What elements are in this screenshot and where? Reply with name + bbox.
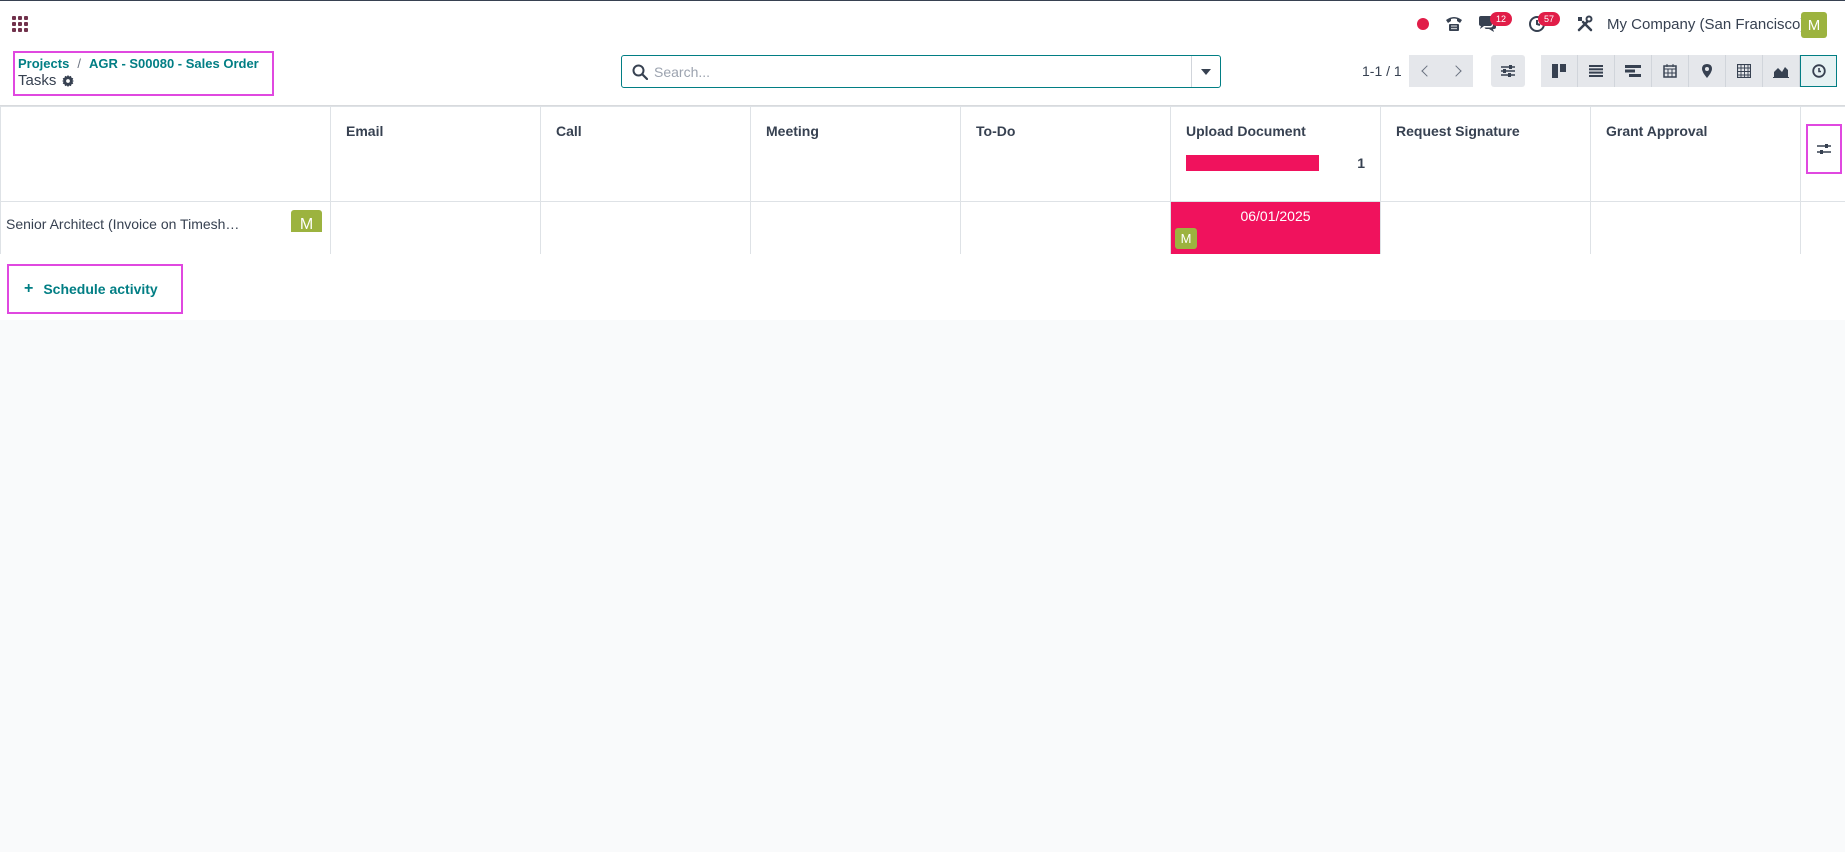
grant-approval-cell[interactable] <box>1590 201 1801 256</box>
record-name-cell[interactable]: Senior Architect (Invoice on Timesh… M <box>0 201 331 256</box>
list-view-button[interactable] <box>1578 55 1615 87</box>
record-name-header <box>0 106 331 202</box>
recording-indicator-icon[interactable] <box>1417 18 1429 30</box>
column-settings-cell <box>1800 106 1845 202</box>
column-header-call[interactable]: Call <box>540 106 751 202</box>
breadcrumb-container: Projects / AGR - S00080 - Sales Order Task… <box>13 51 274 96</box>
activity-grid: Email Call Meeting To-Do Upload Document… <box>0 106 1845 256</box>
schedule-activity-button[interactable]: + Schedule activity <box>7 264 183 314</box>
list-icon <box>1589 65 1603 77</box>
map-view-button[interactable] <box>1689 55 1726 87</box>
todo-cell[interactable] <box>960 201 1171 256</box>
activity-clock-icon <box>1811 64 1826 78</box>
control-panel: Projects / AGR - S00080 - Sales Order Task… <box>0 46 1845 106</box>
meeting-cell[interactable] <box>750 201 961 256</box>
activity-view-button[interactable] <box>1800 55 1837 87</box>
pager-value[interactable]: 1-1 / 1 <box>1362 63 1402 79</box>
pager-previous-button[interactable] <box>1409 55 1441 87</box>
column-header-todo[interactable]: To-Do <box>960 106 1171 202</box>
caret-down-icon <box>1201 68 1211 75</box>
breadcrumb: Projects / AGR - S00080 - Sales Order <box>18 56 259 71</box>
kanban-view-button[interactable] <box>1541 55 1578 87</box>
top-navbar: 12 57 My Company (San Francisco) M <box>0 0 1845 46</box>
empty-settings-cell <box>1800 201 1845 256</box>
company-switcher[interactable]: My Company (San Francisco) <box>1607 16 1805 33</box>
gantt-view-button[interactable] <box>1615 55 1652 87</box>
messages-badge: 12 <box>1490 12 1512 26</box>
view-switcher <box>1541 55 1837 87</box>
upload-document-count: 1 <box>1357 155 1365 171</box>
activity-due-date: 06/01/2025 <box>1240 208 1311 224</box>
upload-document-progress[interactable]: 1 <box>1186 155 1365 171</box>
user-avatar[interactable]: M <box>1801 12 1827 38</box>
area-chart-icon <box>1773 66 1789 78</box>
sliders-icon <box>1817 144 1831 154</box>
avatar[interactable]: M <box>1175 228 1197 249</box>
debug-tools-icon[interactable] <box>1574 13 1596 35</box>
gear-icon[interactable] <box>62 74 75 87</box>
toggle-filters-button[interactable] <box>1491 55 1525 87</box>
column-settings-button[interactable] <box>1806 124 1842 174</box>
column-header-meeting[interactable]: Meeting <box>750 106 961 202</box>
breadcrumb-sales-order-link[interactable]: AGR - S00080 - Sales Order <box>89 56 259 71</box>
apps-menu-icon[interactable] <box>12 16 28 32</box>
search-bar <box>621 55 1221 88</box>
pager-next-button[interactable] <box>1441 55 1473 87</box>
activity-table: Email Call Meeting To-Do Upload Document… <box>0 106 1845 256</box>
calendar-view-button[interactable] <box>1652 55 1689 87</box>
upload-document-cell[interactable]: 06/01/2025 M <box>1170 201 1381 256</box>
avatar[interactable]: M <box>291 210 322 232</box>
graph-view-button[interactable] <box>1763 55 1800 87</box>
page-title-row: Tasks <box>18 72 75 89</box>
breadcrumb-projects-link[interactable]: Projects <box>18 56 69 71</box>
column-header-upload-document-label: Upload Document <box>1186 123 1306 139</box>
chevron-right-icon <box>1449 65 1462 77</box>
column-header-email[interactable]: Email <box>330 106 541 202</box>
record-name[interactable]: Senior Architect (Invoice on Timesh… <box>6 216 239 232</box>
map-marker-icon <box>1702 64 1712 78</box>
plus-icon: + <box>24 280 34 297</box>
search-input[interactable] <box>654 60 1194 84</box>
table-row: Senior Architect (Invoice on Timesh… M 0… <box>0 201 1845 256</box>
column-header-request-signature[interactable]: Request Signature <box>1380 106 1591 202</box>
calendar-icon <box>1663 64 1677 78</box>
request-signature-cell[interactable] <box>1380 201 1591 256</box>
call-cell[interactable] <box>540 201 751 256</box>
gantt-icon <box>1625 65 1641 77</box>
chevron-left-icon <box>1420 65 1433 77</box>
email-cell[interactable] <box>330 201 541 256</box>
phone-icon[interactable] <box>1443 13 1465 35</box>
grid-footer: + Schedule activity <box>0 254 1845 320</box>
pivot-view-button[interactable] <box>1726 55 1763 87</box>
kanban-icon <box>1552 64 1566 78</box>
breadcrumb-separator: / <box>77 56 81 71</box>
column-header-grant-approval[interactable]: Grant Approval <box>1590 106 1801 202</box>
search-options-toggle[interactable] <box>1191 56 1220 87</box>
search-icon <box>632 64 648 80</box>
column-header-upload-document[interactable]: Upload Document 1 <box>1170 106 1381 202</box>
schedule-activity-label: Schedule activity <box>43 281 158 297</box>
activities-badge: 57 <box>1538 12 1560 26</box>
activity-header-row: Email Call Meeting To-Do Upload Document… <box>0 106 1845 202</box>
pivot-table-icon <box>1737 64 1751 78</box>
page-title: Tasks <box>18 72 57 89</box>
overdue-progress-bar[interactable] <box>1186 155 1319 171</box>
sliders-icon <box>1501 65 1515 77</box>
